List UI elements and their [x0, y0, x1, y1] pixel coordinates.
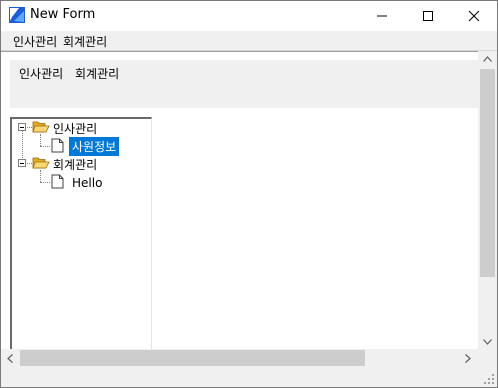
scroll-down-icon[interactable] [483, 338, 492, 348]
toolbar-item-hr[interactable]: 인사관리 [19, 65, 63, 82]
minimize-icon [377, 15, 387, 16]
window-title: New Form [30, 7, 96, 22]
app-icon [9, 7, 25, 23]
maximize-button[interactable] [405, 1, 451, 30]
scroll-up-icon[interactable] [483, 55, 492, 65]
collapse-toggle[interactable] [18, 123, 26, 131]
resize-grip-icon[interactable] [484, 374, 495, 385]
folder-open-icon [32, 156, 50, 170]
tree-node-accounting[interactable]: 회계관리 [53, 156, 97, 173]
tree-node-hr[interactable]: 인사관리 [53, 120, 97, 137]
horizontal-scroll-thumb[interactable] [20, 350, 365, 366]
close-button[interactable] [451, 1, 497, 30]
tree-node-employee-info[interactable]: 사원정보 [69, 137, 120, 156]
document-icon [51, 174, 64, 189]
tree-line [40, 170, 41, 182]
collapse-toggle[interactable] [18, 159, 26, 167]
minimize-button[interactable] [359, 1, 405, 30]
tree-line [40, 182, 50, 183]
scrollbar-corner [478, 349, 497, 367]
vertical-scroll-thumb[interactable] [480, 69, 495, 277]
menu-item-accounting[interactable]: 회계관리 [63, 33, 107, 50]
toolbar-item-accounting[interactable]: 회계관리 [75, 65, 119, 82]
document-icon [51, 138, 64, 153]
folder-open-icon [32, 120, 50, 134]
status-bar [1, 367, 497, 387]
maximize-icon [423, 10, 433, 21]
scroll-left-icon[interactable] [7, 354, 13, 366]
tree-node-hello[interactable]: Hello [72, 176, 102, 190]
tree-line [40, 146, 50, 147]
tree-line [40, 134, 41, 146]
close-icon [468, 10, 480, 21]
scroll-right-icon[interactable] [465, 354, 471, 366]
menu-item-hr[interactable]: 인사관리 [13, 33, 57, 50]
